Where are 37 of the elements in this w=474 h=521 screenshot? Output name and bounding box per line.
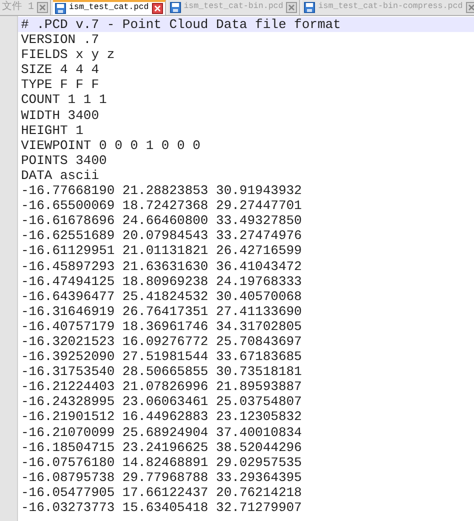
code-line: -16.31753540 28.50665855 30.73518181 (20, 364, 303, 380)
code-line: -16.24328995 23.06063461 25.03754807 (20, 394, 303, 410)
code-line: -16.08795738 29.77968788 33.29364395 (20, 470, 303, 485)
file-tab[interactable]: ism_test_cat.pcd (53, 0, 166, 15)
code-line: -16.07576180 14.82468891 29.02957535 (20, 454, 303, 470)
code-line: -16.77668190 21.28823853 30.91943932 (20, 183, 303, 198)
code-line: POINTS 3400 (20, 152, 108, 168)
code-line: -16.61129951 21.01131821 26.42716599 (20, 243, 303, 258)
code-line: WIDTH 3400 (20, 108, 100, 123)
code-line: -16.61678696 24.66460800 33.49327850 (20, 213, 303, 228)
code-line: VERSION .7 (20, 32, 100, 48)
code-line: -16.40757179 18.36961746 34.31702805 (20, 318, 303, 334)
code-line: -16.39252090 27.51981544 33.67183685 (20, 349, 303, 364)
code-line: -16.32021523 16.09276772 25.70843697 (20, 334, 303, 350)
code-line: COUNT 1 1 1 (20, 92, 108, 108)
code-line: DATA ascii (20, 168, 100, 184)
file-tab[interactable]: ism_test_cat-bin-compress.pcd (302, 0, 474, 15)
code-line: -16.47494125 18.80969238 24.19768333 (20, 274, 303, 289)
code-line: HEIGHT 1 (20, 122, 84, 138)
code-line: -16.03273773 15.63405418 32.71279907 (20, 500, 303, 516)
code-line: -16.21224403 21.07826996 21.89593887 (20, 379, 303, 394)
code-line: -16.65500069 18.72427368 29.27447701 (20, 198, 303, 214)
code-line: -16.62551689 20.07984543 33.27474976 (20, 228, 303, 244)
file-tab[interactable]: ism_test_cat-bin.pcd (168, 0, 300, 15)
code-line: -16.21901512 16.44962883 23.12305832 (20, 409, 303, 425)
code-line: -16.31646919 26.76417351 27.41133690 (20, 304, 303, 319)
code-line: -16.05477905 17.66122437 20.76214218 (20, 484, 303, 500)
close-icon[interactable] (152, 3, 163, 14)
code-line: -16.21070099 25.68924904 37.40010834 (20, 424, 303, 440)
code-line: -16.64396477 25.41824532 30.40570068 (20, 288, 303, 304)
code-line: TYPE F F F (20, 77, 100, 92)
code-line: FIELDS x y z (20, 47, 116, 62)
code-line: -16.45897293 21.63631630 36.41043472 (20, 258, 303, 274)
code-line: VIEWPOINT 0 0 0 1 0 0 0 (20, 138, 202, 153)
code-line: -16.18504715 23.24196625 38.52044296 (20, 440, 303, 455)
file-tab[interactable]: 文件 1 (0, 0, 52, 15)
code-line: SIZE 4 4 4 (20, 62, 100, 78)
